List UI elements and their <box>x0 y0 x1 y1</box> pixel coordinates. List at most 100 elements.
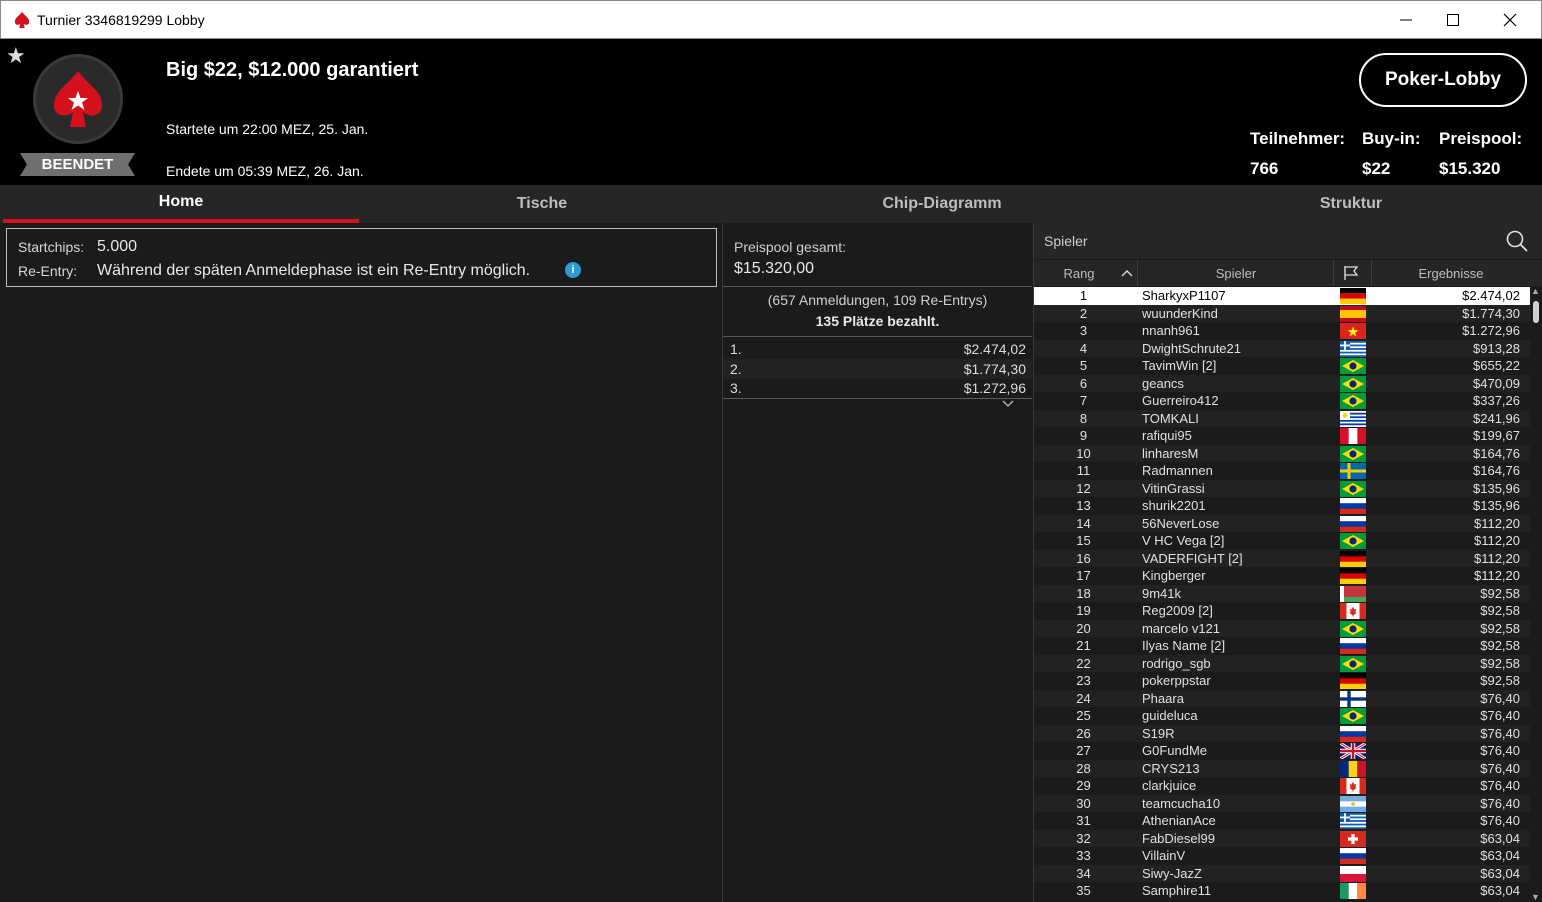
player-row[interactable]: 10 linharesM $164,76 <box>1034 444 1530 462</box>
player-result: $199,67 <box>1473 428 1520 443</box>
player-row[interactable]: 2 wuunderKind $1.774,30 <box>1034 304 1530 322</box>
player-row[interactable]: 35 Samphire11 $63,04 <box>1034 882 1530 900</box>
player-rank: 9 <box>1079 428 1088 443</box>
player-row[interactable]: 14 56NeverLose $112,20 <box>1034 514 1530 532</box>
prizepool-total-value: $15.320,00 <box>734 260 815 277</box>
player-result: $63,04 <box>1480 848 1520 863</box>
expand-chevron-icon[interactable] <box>1001 399 1015 409</box>
country-flag-icon <box>1340 638 1366 654</box>
country-flag-icon <box>1340 375 1366 392</box>
country-flag-icon <box>1340 358 1366 374</box>
player-row[interactable]: 17 Kingberger $112,20 <box>1034 567 1530 585</box>
player-column-header[interactable]: Spieler <box>1138 260 1334 286</box>
tab-home[interactable]: Home <box>3 185 359 223</box>
country-flag-icon <box>1340 410 1366 427</box>
player-rank: 25 <box>1076 708 1091 723</box>
player-row[interactable]: 18 9m41k $92,58 <box>1034 584 1530 602</box>
results-column-header[interactable]: Ergebnisse <box>1372 260 1530 286</box>
player-name: pokerppstar <box>1142 673 1211 688</box>
player-row[interactable]: 1 SharkyxP1107 $2.474,02 <box>1034 287 1530 305</box>
tab-chip-chart[interactable]: Chip-Diagramm <box>722 185 1162 223</box>
player-row[interactable]: 13 shurik2201 $135,96 <box>1034 497 1530 515</box>
player-row[interactable]: 5 TavimWin [2] $655,22 <box>1034 357 1530 375</box>
player-row[interactable]: 25 guideluca $76,40 <box>1034 707 1530 725</box>
player-row[interactable]: 26 S19R $76,40 <box>1034 724 1530 742</box>
country-flag-icon <box>1340 323 1366 339</box>
player-result: $76,40 <box>1480 690 1520 706</box>
player-row[interactable]: 34 Siwy-JazZ $63,04 <box>1034 864 1530 882</box>
favorite-star-icon[interactable]: ★ <box>6 43 26 69</box>
player-row[interactable]: 33 VillainV $63,04 <box>1034 847 1530 865</box>
player-row[interactable]: 27 G0FundMe $76,40 <box>1034 742 1530 760</box>
player-result: $337,26 <box>1473 393 1520 408</box>
maximize-button[interactable] <box>1430 1 1476 39</box>
player-row[interactable]: 15 V HC Vega [2] $112,20 <box>1034 532 1530 550</box>
search-icon[interactable] <box>1506 230 1528 252</box>
tab-structure[interactable]: Struktur <box>1162 185 1540 223</box>
player-row[interactable]: 30 teamcucha10 $76,40 <box>1034 794 1530 812</box>
column-separator <box>1333 260 1334 286</box>
flag-column-icon[interactable] <box>1342 265 1360 281</box>
player-row[interactable]: 23 pokerppstar $92,58 <box>1034 672 1530 690</box>
player-search[interactable]: Spieler <box>1034 223 1542 259</box>
player-row[interactable]: 31 AthenianAce $76,40 <box>1034 812 1530 830</box>
tab-bar: Home Tische Chip-Diagramm Struktur <box>0 185 1542 223</box>
player-name: SharkyxP1107 <box>1142 288 1226 303</box>
reentry-value: Während der späten Anmeldephase ist ein … <box>97 262 531 279</box>
scroll-up-icon[interactable]: ▲ <box>1531 286 1540 296</box>
player-row[interactable]: 24 Phaara $76,40 <box>1034 689 1530 707</box>
player-rank: 32 <box>1076 830 1091 846</box>
player-row[interactable]: 3 nnanh961 $1.272,96 <box>1034 322 1530 340</box>
player-name: VADERFIGHT [2] <box>1142 550 1243 566</box>
pokerstars-logo <box>33 54 123 144</box>
player-result: $76,40 <box>1480 778 1520 793</box>
sort-ascending-icon[interactable] <box>1120 268 1134 278</box>
player-result: $112,20 <box>1473 568 1520 583</box>
player-row[interactable]: 22 rodrigo_sgb $92,58 <box>1034 654 1530 672</box>
player-result: $470,09 <box>1473 375 1520 391</box>
minimize-button[interactable] <box>1383 1 1429 39</box>
player-search-input[interactable]: Spieler <box>1044 233 1088 249</box>
player-rank: 22 <box>1076 655 1091 671</box>
player-name: DwightSchrute21 <box>1142 340 1241 356</box>
player-row[interactable]: 7 Guerreiro412 $337,26 <box>1034 392 1530 410</box>
player-row[interactable]: 21 Ilyas Name [2] $92,58 <box>1034 637 1530 655</box>
player-result: $1.774,30 <box>1462 305 1520 321</box>
rank-column-header[interactable]: Rang <box>1034 260 1124 286</box>
player-row[interactable]: 8 TOMKALI $241,96 <box>1034 409 1530 427</box>
close-button[interactable] <box>1487 1 1533 39</box>
country-flag-icon <box>1340 498 1366 514</box>
tournament-name: Big $22, $12.000 garantiert <box>166 59 419 81</box>
player-row[interactable]: 20 marcelo v121 $92,58 <box>1034 619 1530 637</box>
country-flag-icon <box>1340 463 1366 479</box>
country-flag-icon <box>1340 778 1366 794</box>
player-row[interactable]: 16 VADERFIGHT [2] $112,20 <box>1034 549 1530 567</box>
player-row[interactable]: 9 rafiqui95 $199,67 <box>1034 427 1530 445</box>
player-row[interactable]: 29 clarkjuice $76,40 <box>1034 777 1530 795</box>
info-icon[interactable]: i <box>565 262 581 278</box>
country-flag-icon <box>1340 533 1366 549</box>
scroll-down-icon[interactable]: ▼ <box>1531 892 1540 902</box>
prizepool-value: $15.320 <box>1439 159 1501 178</box>
scrollbar-thumb[interactable] <box>1533 301 1539 323</box>
player-name: Siwy-JazZ <box>1142 865 1202 881</box>
player-row[interactable]: 4 DwightSchrute21 $913,28 <box>1034 339 1530 357</box>
player-rank: 11 <box>1076 463 1091 478</box>
country-flag-icon <box>1340 568 1366 584</box>
player-row[interactable]: 11 Radmannen $164,76 <box>1034 462 1530 480</box>
player-row[interactable]: 12 VitinGrassi $135,96 <box>1034 479 1530 497</box>
player-name: clarkjuice <box>1142 778 1197 793</box>
divider <box>723 286 1032 287</box>
player-row[interactable]: 19 Reg2009 [2] $92,58 <box>1034 602 1530 620</box>
tab-tables[interactable]: Tische <box>362 185 722 223</box>
poker-lobby-button[interactable]: Poker-Lobby <box>1359 53 1527 107</box>
player-name: Phaara <box>1142 690 1184 706</box>
player-rank: 23 <box>1076 673 1091 688</box>
player-row[interactable]: 6 geancs $470,09 <box>1034 374 1530 392</box>
players-scrollbar[interactable]: ▲ ▼ <box>1530 286 1542 902</box>
player-rank: 35 <box>1076 883 1091 898</box>
country-flag-icon <box>1340 550 1366 567</box>
player-row[interactable]: 28 CRYS213 $76,40 <box>1034 759 1530 777</box>
player-rank: 3 <box>1079 323 1088 338</box>
player-row[interactable]: 32 FabDiesel99 $63,04 <box>1034 829 1530 847</box>
